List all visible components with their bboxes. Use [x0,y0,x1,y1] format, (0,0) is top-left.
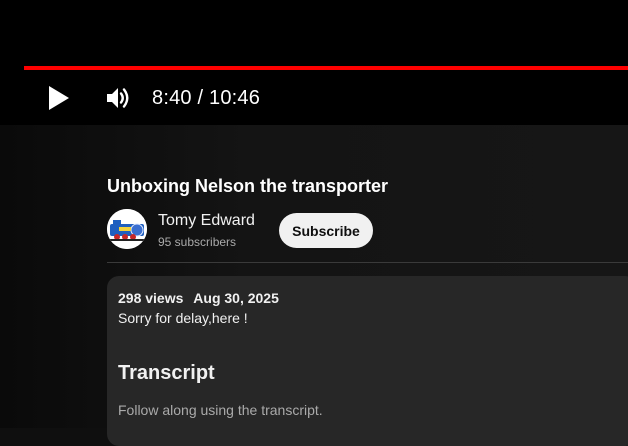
transcript-heading: Transcript [118,362,215,384]
avatar-image [107,209,147,249]
subscriber-count: 95 subscribers [158,235,237,249]
upload-date: Aug 30, 2025 [193,290,279,306]
volume-icon [107,88,129,108]
time-display: 8:40 / 10:46 [152,87,261,109]
subscribe-button[interactable]: Subscribe [279,213,373,248]
volume-button[interactable] [104,82,134,114]
video-player[interactable]: 8:40 / 10:46 [0,0,628,125]
play-button[interactable] [42,80,76,116]
channel-avatar[interactable] [107,209,147,249]
progress-bar[interactable] [24,66,628,70]
view-count: 298 views [118,290,184,306]
video-title: Unboxing Nelson the transporter [107,176,389,196]
play-icon [49,86,69,110]
channel-name[interactable]: Tomy Edward [158,212,255,230]
video-meta: 298 views Aug 30, 2025 [118,290,279,306]
transcript-subtext: Follow along using the transcript. [118,402,323,418]
description-text: Sorry for delay,here ! [118,310,248,326]
divider [107,262,628,263]
